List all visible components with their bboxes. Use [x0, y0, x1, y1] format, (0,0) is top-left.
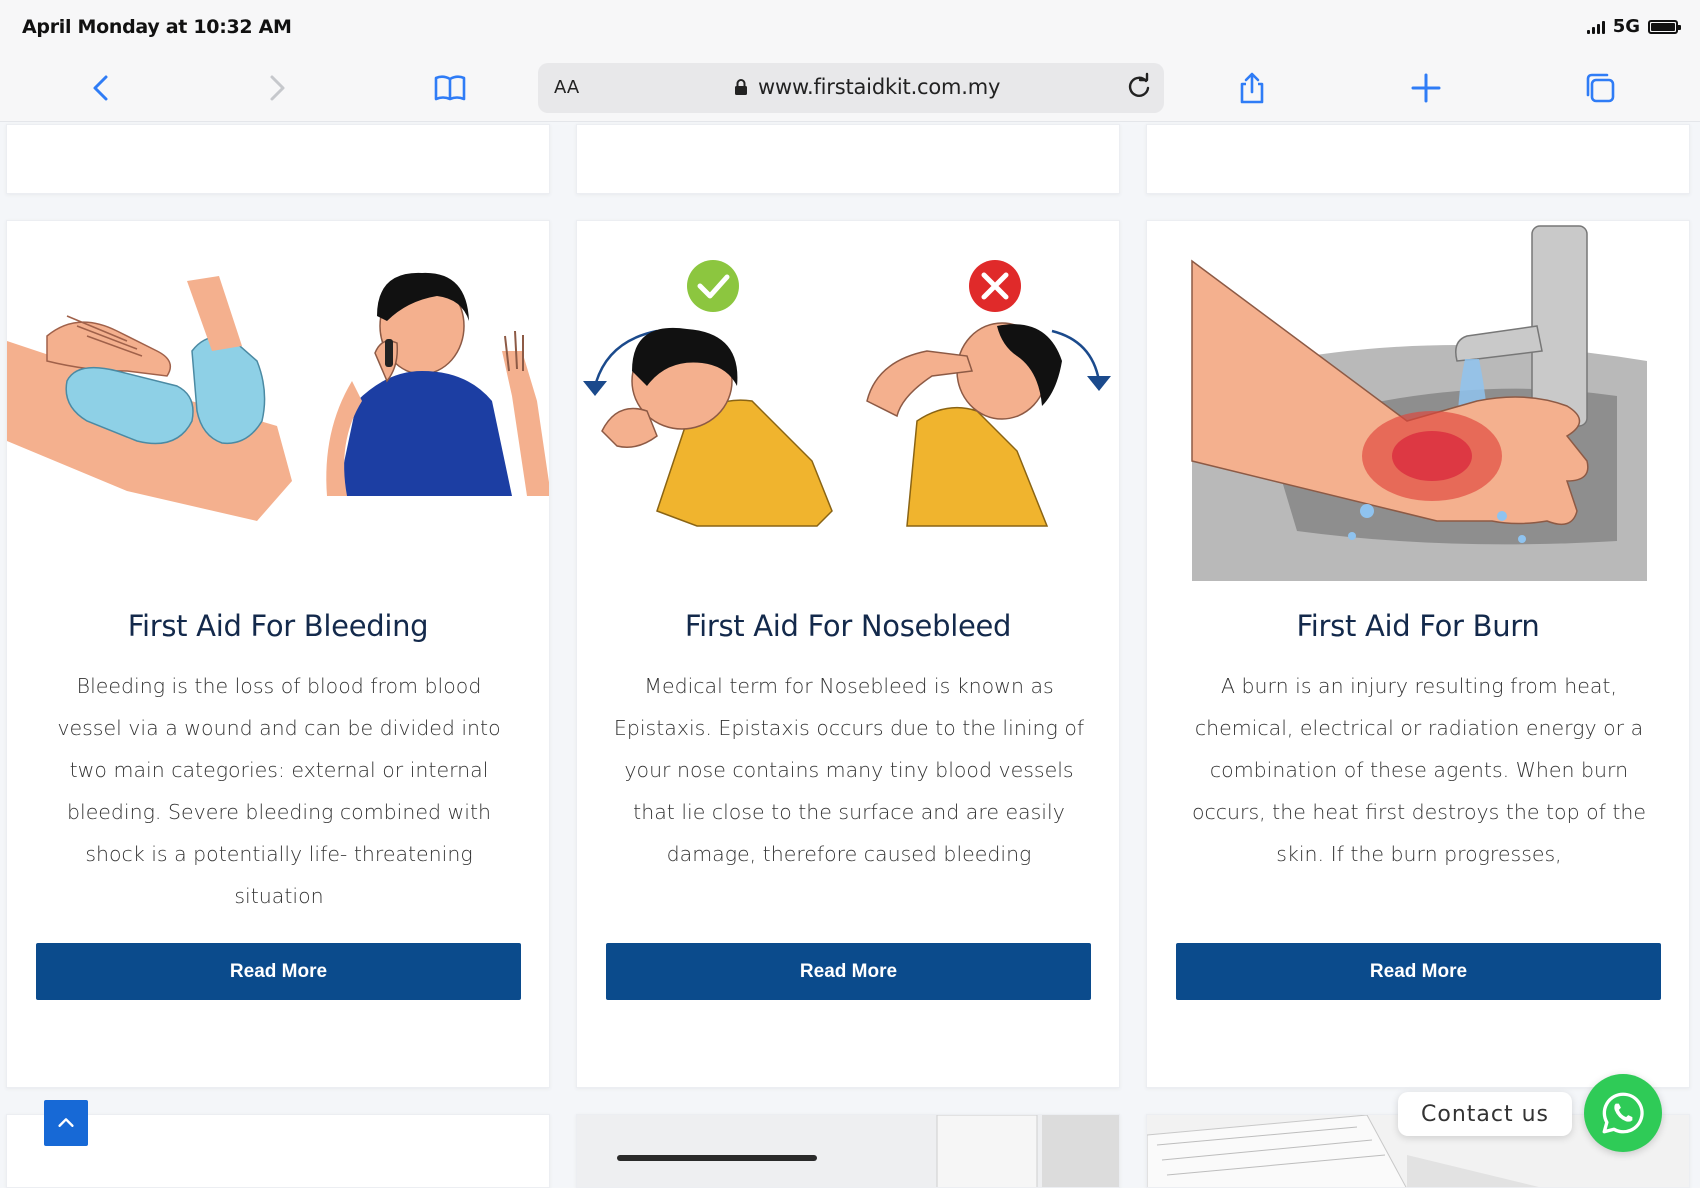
scroll-to-top-button[interactable] [44, 1100, 88, 1146]
status-time: April Monday at 10:32 AM [22, 16, 292, 38]
chevron-left-icon[interactable] [82, 68, 122, 108]
card-partial-top [576, 124, 1120, 194]
card-description: Bleeding is the loss of blood from blood… [57, 674, 501, 908]
card-title: First Aid For Nosebleed [684, 609, 1012, 643]
card-title: First Aid For Bleeding [127, 609, 429, 643]
read-more-button[interactable]: Read More [1176, 943, 1661, 1000]
bookmarks-icon[interactable] [430, 68, 470, 108]
card-partial-top [1146, 124, 1690, 194]
battery-icon [1648, 19, 1681, 34]
plus-icon[interactable] [1406, 68, 1446, 108]
card-description: A burn is an injury resulting from heat,… [1191, 674, 1647, 866]
check-icon [687, 260, 739, 312]
address-bar[interactable]: AA www.firstaidkit.com.my [538, 63, 1164, 113]
card-partial-top [6, 124, 550, 194]
bleeding-illustration [7, 221, 549, 601]
card-title: First Aid For Burn [1296, 609, 1540, 643]
browser-toolbar: AA www.firstaidkit.com.my [0, 54, 1700, 122]
tabs-icon[interactable] [1580, 68, 1620, 108]
article-card-burn: First Aid For Burn A burn is an injury r… [1146, 220, 1690, 1088]
status-bar: April Monday at 10:32 AM 5G [0, 0, 1700, 54]
url-text: www.firstaidkit.com.my [758, 75, 1001, 99]
office-photo [577, 1115, 1119, 1187]
network-type: 5G [1612, 16, 1640, 37]
whatsapp-icon [1602, 1092, 1644, 1134]
burn-illustration [1147, 221, 1689, 601]
contact-us-label[interactable]: Contact us [1398, 1092, 1572, 1136]
status-indicators: 5G [1586, 16, 1681, 37]
reload-icon[interactable] [1124, 72, 1154, 102]
signal-icon [1586, 20, 1605, 34]
share-icon[interactable] [1232, 68, 1272, 108]
chevron-right-icon[interactable] [256, 68, 296, 108]
article-card-bleeding: First Aid For Bleeding Bleeding is the l… [6, 220, 550, 1088]
nosebleed-illustration [577, 221, 1119, 601]
article-card-nosebleed: First Aid For Nosebleed Medical term for… [576, 220, 1120, 1088]
text-size-button[interactable]: AA [554, 77, 579, 98]
read-more-button[interactable]: Read More [606, 943, 1091, 1000]
card-description: Medical term for Nosebleed is known as E… [613, 674, 1085, 866]
whatsapp-button[interactable] [1584, 1074, 1662, 1152]
card-partial-bottom-office [576, 1114, 1120, 1188]
chevron-up-icon [58, 1118, 74, 1127]
read-more-button[interactable]: Read More [36, 943, 521, 1000]
lock-icon [735, 79, 747, 95]
